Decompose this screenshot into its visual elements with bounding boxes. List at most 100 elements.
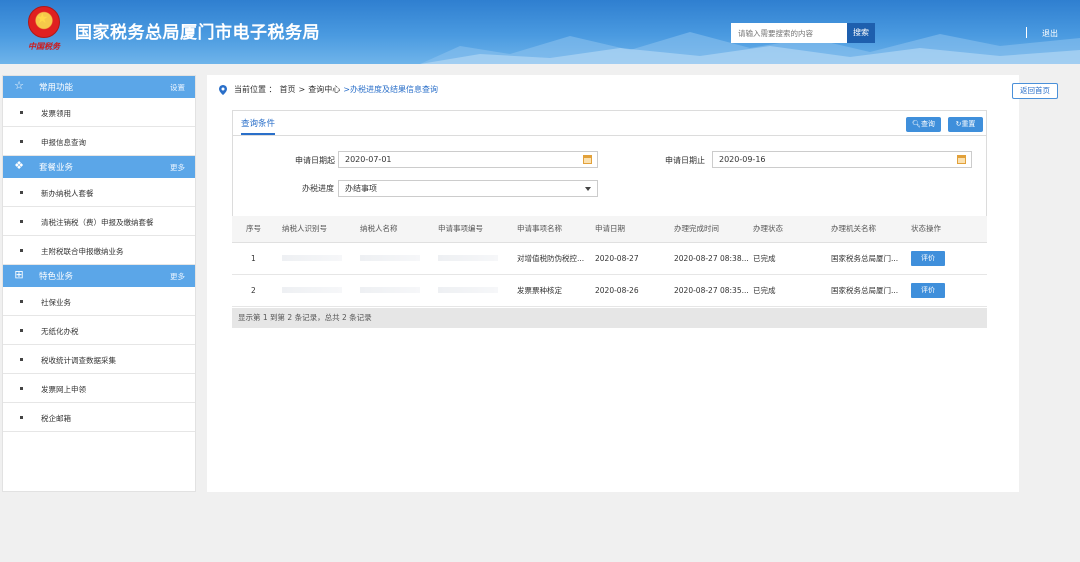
breadcrumb-current: >办税进度及结果信息查询 [343, 85, 438, 94]
progress-label: 办税进度 [302, 184, 334, 193]
table-footer: 显示第 1 到第 2 条记录，总共 2 条记录 [232, 308, 987, 328]
breadcrumb-prefix: 当前位置 ： [234, 85, 277, 94]
taxpayer-id-cell [282, 242, 360, 275]
table-header-row: 序号 纳税人识别号 纳税人名称 申请事项编号 申请事项名称 申请日期 办理完成时… [232, 216, 987, 243]
office-cell: 国家税务总局厦门... [831, 242, 911, 275]
sidebar-item-label: 税企邮箱 [41, 414, 71, 423]
bullet-icon [20, 140, 23, 143]
sidebar-section-common[interactable]: ☆ 常用功能 设置 [3, 76, 195, 98]
col-header: 纳税人名称 [360, 216, 438, 243]
section-title: 套餐业务 [39, 163, 74, 173]
results-table: 序号 纳税人识别号 纳税人名称 申请事项编号 申请事项名称 申请日期 办理完成时… [232, 216, 987, 307]
item-number-cell [438, 242, 517, 275]
query-panel: 查询条件 🔍︎查询 ↻重置 申请日期起 2020-07-01 申请日期止 202… [232, 110, 987, 217]
redacted-block [360, 254, 420, 261]
bullet-icon [20, 191, 23, 194]
tab-query-conditions[interactable]: 查询条件 [241, 117, 276, 135]
evaluate-button[interactable]: 评价 [911, 282, 945, 298]
progress-select[interactable]: 办结事项 [338, 180, 598, 197]
status-cell: 已完成 [753, 274, 831, 307]
end-date-label: 申请日期止 [665, 156, 705, 165]
sidebar-item-new-taxpayer[interactable]: 新办纳税人套餐 [3, 178, 195, 207]
item-name-cell: 对增值税防伪税控... [517, 242, 595, 275]
sidebar-item-paperless[interactable]: 无纸化办税 [3, 316, 195, 345]
col-header: 申请事项名称 [517, 216, 595, 243]
bullet-icon [20, 358, 23, 361]
sidebar-item-label: 新办纳税人套餐 [41, 189, 94, 198]
panel-divider [233, 135, 986, 136]
back-home-button[interactable]: 返回首页 [1012, 83, 1058, 99]
sidebar-item-statistics[interactable]: 税收统计调查数据采集 [3, 345, 195, 374]
progress-select-value: 办结事项 [345, 184, 377, 193]
sidebar-item-deregistration[interactable]: 清税注销税（费）申报及缴纳套餐 [3, 207, 195, 236]
grid-icon: ⊞ [14, 268, 24, 281]
bullet-icon [20, 111, 23, 114]
breadcrumb-query-center[interactable]: 查询中心 [308, 84, 340, 95]
logout-link[interactable]: 退出 [1042, 28, 1058, 39]
col-header: 状态操作 [911, 216, 987, 243]
apply-date-cell: 2020-08-27 [595, 242, 674, 275]
row-number: 2 [232, 274, 282, 307]
sidebar-item-mailbox[interactable]: 税企邮箱 [3, 403, 195, 432]
cube-icon: ❖ [14, 159, 24, 172]
settings-link[interactable]: 设置 [170, 82, 185, 93]
office-cell: 国家税务总局厦门... [831, 274, 911, 307]
query-button[interactable]: 🔍︎查询 [906, 117, 941, 132]
item-name-cell: 发票票种核定 [517, 274, 595, 307]
col-header: 纳税人识别号 [282, 216, 360, 243]
apply-date-cell: 2020-08-26 [595, 274, 674, 307]
end-date-field[interactable]: 2020-09-16 [712, 151, 972, 168]
table-row: 1 对增值税防伪税控... 2020-08-27 2020-08-27 08:3… [232, 242, 987, 275]
section-title: 特色业务 [39, 272, 74, 282]
done-time-cell: 2020-08-27 08:35... [674, 274, 753, 307]
calendar-icon[interactable] [957, 155, 966, 164]
col-header: 申请事项编号 [438, 216, 517, 243]
sidebar-item-social-security[interactable]: 社保业务 [3, 287, 195, 316]
action-cell: 评价 [911, 242, 987, 275]
start-date-label: 申请日期起 [295, 156, 335, 165]
main-content: 当前位置 ： 首页 > 查询中心 >办税进度及结果信息查询 返回首页 查询条件 … [207, 75, 1058, 492]
taxpayer-name-cell [360, 274, 438, 307]
start-date-field[interactable]: 2020-07-01 [338, 151, 598, 168]
col-header: 办理完成时间 [674, 216, 753, 243]
sidebar-item-invoice-online[interactable]: 发票网上申领 [3, 374, 195, 403]
site-title: 国家税务总局厦门市电子税务局 [75, 23, 320, 43]
search-button[interactable]: 搜索 [847, 23, 875, 43]
bullet-icon [20, 329, 23, 332]
sidebar-item-label: 主附税联合申报缴纳业务 [41, 247, 124, 256]
redacted-block [438, 254, 498, 261]
sidebar-item-declaration-query[interactable]: 申报信息查询 [3, 127, 195, 156]
taxpayer-name-cell [360, 242, 438, 275]
sidebar-item-label: 发票领用 [41, 109, 71, 118]
location-pin-icon [219, 84, 227, 95]
sidebar-item-label: 社保业务 [41, 298, 71, 307]
action-cell: 评价 [911, 274, 987, 307]
col-header: 办理机关名称 [831, 216, 911, 243]
sidebar-section-package[interactable]: ❖ 套餐业务 更多 [3, 156, 195, 178]
evaluate-button[interactable]: 评价 [911, 250, 945, 266]
bullet-icon [20, 387, 23, 390]
redacted-block [282, 254, 342, 261]
taxpayer-id-cell [282, 274, 360, 307]
row-number: 1 [232, 242, 282, 275]
redacted-block [360, 286, 420, 293]
sidebar-item-joint-declaration[interactable]: 主附税联合申报缴纳业务 [3, 236, 195, 265]
done-time-cell: 2020-08-27 08:38... [674, 242, 753, 275]
redacted-block [282, 286, 342, 293]
star-icon: ☆ [14, 79, 24, 92]
sidebar-item-label: 税收统计调查数据采集 [41, 356, 116, 365]
more-link[interactable]: 更多 [170, 271, 185, 282]
search-input[interactable] [731, 23, 847, 43]
breadcrumb-separator: > [298, 85, 306, 94]
reset-button[interactable]: ↻重置 [948, 117, 983, 132]
sidebar-item-label: 无纸化办税 [41, 327, 79, 336]
sidebar-section-special[interactable]: ⊞ 特色业务 更多 [3, 265, 195, 287]
breadcrumb-home[interactable]: 首页 [280, 84, 296, 95]
more-link[interactable]: 更多 [170, 162, 185, 173]
chevron-down-icon [585, 187, 591, 191]
calendar-icon[interactable] [583, 155, 592, 164]
tax-emblem-logo: ★ 中国税务 [22, 6, 66, 56]
end-date-value: 2020-09-16 [719, 155, 766, 164]
sidebar-item-invoice-claim[interactable]: 发票领用 [3, 98, 195, 127]
bullet-icon [20, 300, 23, 303]
